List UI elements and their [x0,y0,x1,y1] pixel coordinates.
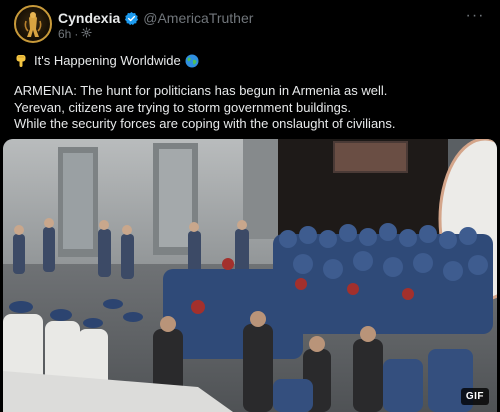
post-body-line: Yerevan, citizens are trying to storm go… [14,99,351,115]
post-headline-row: It's Happening Worldwide [14,53,199,68]
post-body-line: While the security forces are coping wit… [14,116,396,131]
post-headline: It's Happening Worldwide [34,53,181,68]
crowd-scene-image [3,139,497,412]
meta-separator: · [74,27,79,41]
post-timestamp[interactable]: 6h [58,27,71,41]
author-display-name[interactable]: Cyndexia [58,10,120,26]
post-body: ARMENIA: The hunt for politicians has be… [14,83,490,133]
author-handle[interactable]: @AmericaTruther [143,10,253,26]
pointing-down-hand-icon [14,54,28,68]
post-body-line: ARMENIA: The hunt for politicians has be… [14,83,388,98]
globe-icon [185,54,199,68]
gear-icon [81,27,92,41]
post-media-gif[interactable]: GIF [3,139,497,412]
post-meta: 6h · [58,27,92,41]
tweet: Cyndexia @AmericaTruther 6h · ··· It's H… [0,0,500,412]
verified-badge-icon [124,11,139,26]
more-options-button[interactable]: ··· [462,7,488,25]
author-name-row: Cyndexia @AmericaTruther [58,9,253,27]
author-avatar[interactable] [14,5,52,43]
gif-badge: GIF [460,388,489,405]
